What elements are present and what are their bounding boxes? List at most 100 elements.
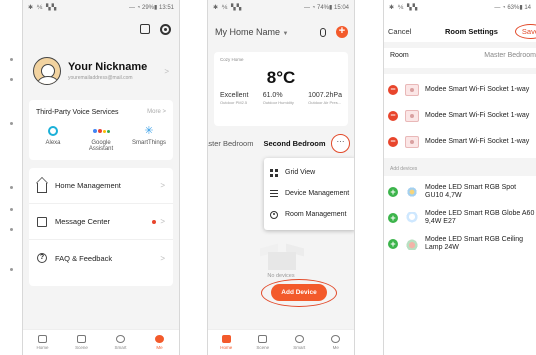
cancel-button[interactable]: Cancel — [388, 27, 428, 36]
remove-device-button[interactable]: − — [388, 111, 398, 121]
tab-scene[interactable]: Scene — [249, 335, 277, 350]
chevron-right-icon: > — [160, 253, 165, 263]
remove-device-button[interactable]: − — [388, 85, 398, 95]
profile-row[interactable]: Your Nickname youremailaddress@mail.com … — [33, 48, 169, 94]
device-name: Modee Smart Wi-Fi Socket 1-way — [425, 138, 530, 145]
status-bar: ✱ ⅍ ▚▚ — ◔ 74%▮ 15:04 — [208, 0, 354, 14]
tab-me[interactable]: Me — [322, 335, 350, 350]
scan-icon[interactable] — [140, 24, 150, 34]
menu-faq-feedback[interactable]: ? FAQ & Feedback > — [29, 240, 173, 276]
phone-me-screen: ✱ ⅍ ▚▚ — ◔ 29%▮ 13:51 Your Nickname your… — [22, 0, 180, 355]
microphone-icon[interactable] — [320, 27, 326, 37]
popup-grid-view[interactable]: Grid View — [264, 162, 354, 183]
grid-icon — [270, 168, 278, 177]
tab-label: Scene — [256, 345, 270, 350]
stat-label: Outdoor PM2.5 — [220, 100, 248, 105]
device-name: Modee LED Smart RGB Ceiling Lamp 24W — [425, 236, 524, 251]
available-device-row: + Modee LED Smart RGB Ceiling Lamp 24W — [388, 236, 536, 252]
tab-label: Home — [220, 345, 233, 350]
home-tab-icon — [38, 335, 47, 343]
bottom-tab-bar: Home Scene Smart Me — [23, 329, 179, 355]
question-icon: ? — [37, 253, 47, 263]
menu-label: Message Center — [55, 217, 111, 226]
profile-text: Your Nickname youremailaddress@mail.com — [68, 61, 164, 81]
empty-box-illustration — [260, 242, 304, 272]
chevron-right-icon: > — [164, 66, 169, 76]
page-edge-mark — [10, 228, 13, 231]
add-device-to-room-button[interactable]: + — [388, 239, 398, 249]
status-battery-time: — ◔ 63%▮ 14 — [494, 4, 531, 11]
status-icons: ✱ ⅍ ▚▚ — [28, 4, 58, 11]
room-label: Room — [390, 52, 409, 59]
tab-master-bedroom[interactable]: Master Bedroom — [208, 139, 253, 148]
page-edge-mark — [10, 208, 13, 211]
pm25-stat: Excellent Outdoor PM2.5 — [220, 92, 248, 105]
settings-menu-card: Home Management > Message Center > ? FAQ… — [29, 168, 173, 286]
add-device-button[interactable]: Add Device — [271, 284, 327, 301]
page-edge-mark — [10, 186, 13, 189]
voice-item-label: Alexa — [45, 140, 61, 146]
more-options-button[interactable]: ··· — [331, 134, 350, 153]
list-icon — [270, 189, 278, 198]
tab-scene[interactable]: Scene — [68, 335, 96, 350]
tab-smart[interactable]: Smart — [285, 335, 313, 350]
device-name: Modee LED Smart RGB Globe A60 9,4W E27 — [425, 210, 535, 225]
tab-label: Me — [156, 345, 163, 350]
remove-device-button[interactable]: − — [388, 137, 398, 147]
divider — [384, 42, 536, 48]
save-button[interactable]: Save — [514, 23, 536, 39]
voice-item-label: SmartThings — [131, 140, 166, 146]
tab-me[interactable]: Me — [146, 335, 174, 350]
available-device-row: + Modee LED Smart RGB Spot GU10 4,7W — [388, 184, 536, 200]
google-assistant-icon — [92, 129, 110, 133]
popup-room-management[interactable]: Room Management — [264, 204, 354, 225]
socket-icon — [405, 84, 419, 96]
pressure-stat: 1007.2hPa Outdoor Air Pres... — [308, 92, 342, 105]
popup-label: Room Management — [285, 211, 347, 218]
chevron-right-icon: > — [160, 217, 165, 226]
available-device-row: + Modee LED Smart RGB Globe A60 9,4W E27 — [388, 210, 536, 226]
add-icon[interactable]: + — [336, 26, 348, 38]
menu-message-center[interactable]: Message Center > — [29, 204, 173, 240]
voice-item-label: Google Assistant — [88, 140, 114, 152]
bulb-icon — [405, 212, 419, 224]
voice-services-title: Third-Party Voice Services — [36, 109, 119, 116]
tab-second-bedroom[interactable]: Second Bedroom — [263, 139, 325, 148]
menu-home-management[interactable]: Home Management > — [29, 168, 173, 204]
smart-tab-icon — [116, 335, 125, 343]
status-battery-time: — ◔ 74%▮ 15:04 — [304, 4, 349, 11]
me-tab-icon — [331, 335, 341, 343]
status-bar: ✱ ⅍ ▚▚ — ◔ 29%▮ 13:51 — [23, 0, 179, 14]
add-device-to-room-button[interactable]: + — [388, 213, 398, 223]
weather-location: Cozy Home — [220, 57, 244, 62]
gear-icon[interactable] — [160, 24, 171, 35]
status-bar: ✱ ⅍ ▚▚ — ◔ 63%▮ 14 — [384, 0, 536, 14]
bottom-tab-bar: Home Scene Smart Me — [208, 329, 354, 355]
room-name-row[interactable]: Room Master Bedroom — [390, 52, 536, 59]
tab-home[interactable]: Home — [29, 335, 57, 350]
tab-home[interactable]: Home — [212, 335, 240, 350]
popup-device-management[interactable]: Device Management — [264, 183, 354, 204]
add-device-to-room-button[interactable]: + — [388, 187, 398, 197]
tutorial-figure: ✱ ⅍ ▚▚ — ◔ 29%▮ 13:51 Your Nickname your… — [0, 0, 536, 355]
smart-tab-icon — [294, 335, 304, 343]
me-tab-icon — [155, 335, 164, 343]
caret-down-icon: ▼ — [282, 31, 289, 37]
unread-dot — [152, 219, 157, 224]
home-selector[interactable]: My Home Name ▼ — [215, 27, 320, 37]
avatar — [33, 57, 61, 85]
page-edge-mark — [10, 58, 13, 61]
home-name: My Home Name — [215, 27, 281, 37]
voice-item-smartthings[interactable]: ✳ SmartThings — [127, 125, 172, 152]
smartthings-icon: ✳ — [144, 124, 154, 137]
voice-item-alexa[interactable]: Alexa — [31, 125, 76, 152]
tab-smart[interactable]: Smart — [107, 335, 135, 350]
voice-more-link[interactable]: More > — [147, 109, 166, 116]
voice-item-google[interactable]: Google Assistant — [79, 125, 124, 152]
menu-label: Home Management — [55, 181, 121, 190]
tab-label: Me — [332, 345, 339, 350]
tab-label: Scene — [75, 345, 88, 350]
scene-tab-icon — [258, 335, 268, 343]
stat-label: Outdoor Humidity — [262, 100, 294, 105]
stat-value: 61.0% — [262, 92, 283, 99]
